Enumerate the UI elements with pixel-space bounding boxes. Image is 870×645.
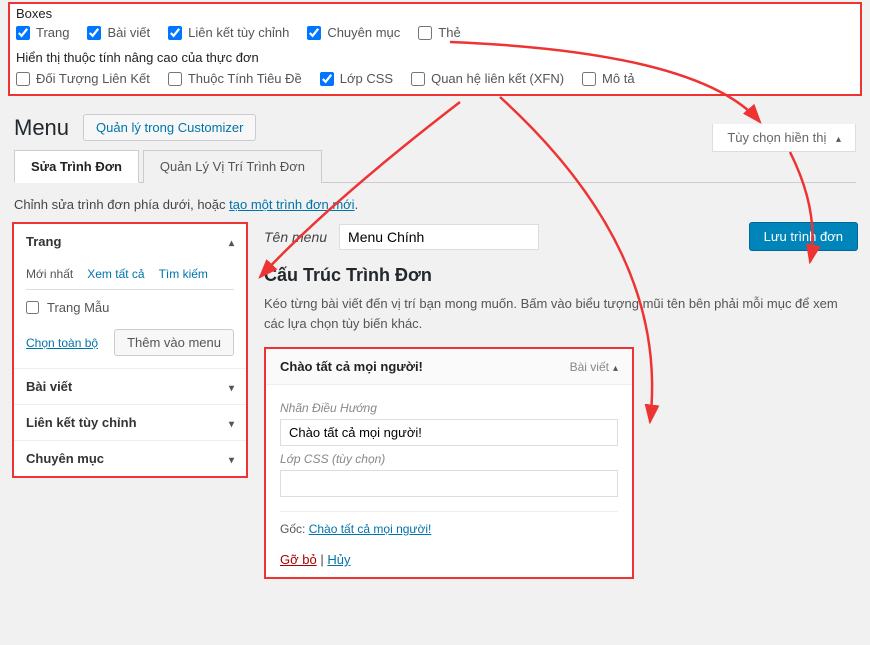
cancel-link[interactable]: Hủy [327,552,350,567]
screen-options-toggle[interactable]: Tùy chọn hiền thị [712,124,856,152]
pages-subtabs: Mới nhất Xem tất cả Tìm kiếm [26,267,234,290]
menu-name-row: Tên menu Lưu trình đơn [264,222,858,251]
tab-manage-locations[interactable]: Quản Lý Vị Trí Trình Đơn [143,150,322,183]
caret-down-icon [229,415,234,430]
nav-label-caption: Nhãn Điều Hướng [280,401,618,415]
acc-categories-header[interactable]: Chuyên mục [14,440,246,476]
menu-item-box: Chào tất cả mọi người! Bài viết Nhãn Điề… [264,347,634,579]
subtab-all[interactable]: Xem tất cả [87,267,144,281]
menu-item-type: Bài viết [570,360,618,374]
add-to-menu-button[interactable]: Thêm vào menu [114,329,234,356]
adv-css[interactable]: Lớp CSS [320,71,393,86]
boxes-row: Trang Bài viết Liên kết tùy chỉnh Chuyên… [16,25,854,40]
caret-up-icon [836,130,841,145]
info-bar: Chỉnh sửa trình đơn phía dưới, hoặc tạo … [14,197,856,212]
checkbox[interactable] [16,72,30,86]
adv-titleattr[interactable]: Thuộc Tính Tiêu Đề [168,71,302,86]
page-item-sample[interactable]: Trang Mẫu [26,300,234,315]
create-new-menu-link[interactable]: tạo một trình đơn mới [229,197,354,212]
box-the[interactable]: Thẻ [418,25,460,40]
acc-posts-header[interactable]: Bài viết [14,368,246,404]
checkbox[interactable] [307,26,321,40]
checkbox[interactable] [168,26,182,40]
checkbox[interactable] [411,72,425,86]
checkbox[interactable] [87,26,101,40]
menu-item-header[interactable]: Chào tất cả mọi người! Bài viết [266,349,632,385]
screen-options-panel: Boxes Trang Bài viết Liên kết tùy chỉnh … [8,2,862,96]
caret-down-icon [229,451,234,466]
subtab-recent[interactable]: Mới nhất [26,267,73,281]
save-menu-button[interactable]: Lưu trình đơn [749,222,858,251]
caret-down-icon [229,379,234,394]
advanced-legend: Hiển thị thuộc tính nâng cao của thực đơ… [16,50,854,65]
boxes-legend: Boxes [16,6,854,21]
acc-pages-header[interactable]: Trang [14,224,246,259]
checkbox[interactable] [582,72,596,86]
menu-name-input[interactable] [339,224,539,250]
checkbox[interactable] [320,72,334,86]
box-baiviet[interactable]: Bài viết [87,25,150,40]
checkbox[interactable] [26,301,39,314]
menu-item-body: Nhãn Điều Hướng Lớp CSS (tùy chọn) Gốc: … [266,385,632,546]
box-lienket[interactable]: Liên kết tùy chỉnh [168,25,289,40]
menu-item-title: Chào tất cả mọi người! [280,359,423,374]
box-trang[interactable]: Trang [16,25,69,40]
select-all-link[interactable]: Chọn toàn bộ [26,336,98,350]
caret-up-icon [229,234,234,249]
accordion-panel: Trang Mới nhất Xem tất cả Tìm kiếm Trang… [14,224,246,476]
advanced-row: Đối Tượng Liên Kết Thuộc Tính Tiêu Đề Lớ… [16,71,854,86]
page-title: Menu [14,115,69,141]
checkbox[interactable] [16,26,30,40]
adv-desc[interactable]: Mô tả [582,71,635,86]
menu-item-actions: Gỡ bỏ | Hủy [266,546,632,577]
menu-name-label: Tên menu [264,229,327,245]
tab-edit-menu[interactable]: Sửa Trình Đơn [14,150,139,183]
adv-xfn[interactable]: Quan hệ liên kết (XFN) [411,71,564,86]
structure-desc: Kéo từng bài viết đến vị trí bạn mong mu… [264,294,858,333]
box-chuyenmuc[interactable]: Chuyên mục [307,25,400,40]
acc-pages-body: Mới nhất Xem tất cả Tìm kiếm Trang Mẫu C… [14,259,246,368]
subtab-search[interactable]: Tìm kiếm [159,267,208,281]
left-highlight-box: Trang Mới nhất Xem tất cả Tìm kiếm Trang… [12,222,248,478]
nav-label-input[interactable] [280,419,618,446]
origin-row: Gốc: Chào tất cả mọi người! [280,511,618,536]
css-class-input[interactable] [280,470,618,497]
checkbox[interactable] [418,26,432,40]
adv-target[interactable]: Đối Tượng Liên Kết [16,71,150,86]
nav-tabs: Sửa Trình Đơn Quản Lý Vị Trí Trình Đơn [14,149,856,183]
origin-link[interactable]: Chào tất cả mọi người! [309,522,432,536]
acc-customlinks-header[interactable]: Liên kết tùy chỉnh [14,404,246,440]
manage-customizer-button[interactable]: Quản lý trong Customizer [83,114,256,141]
structure-title: Cấu Trúc Trình Đơn [264,265,858,286]
checkbox[interactable] [168,72,182,86]
caret-up-icon [613,360,618,374]
css-label-caption: Lớp CSS (tùy chọn) [280,452,618,466]
remove-link[interactable]: Gỡ bỏ [280,552,317,567]
menu-settings-column: Tên menu Lưu trình đơn Cấu Trúc Trình Đơ… [264,222,858,579]
